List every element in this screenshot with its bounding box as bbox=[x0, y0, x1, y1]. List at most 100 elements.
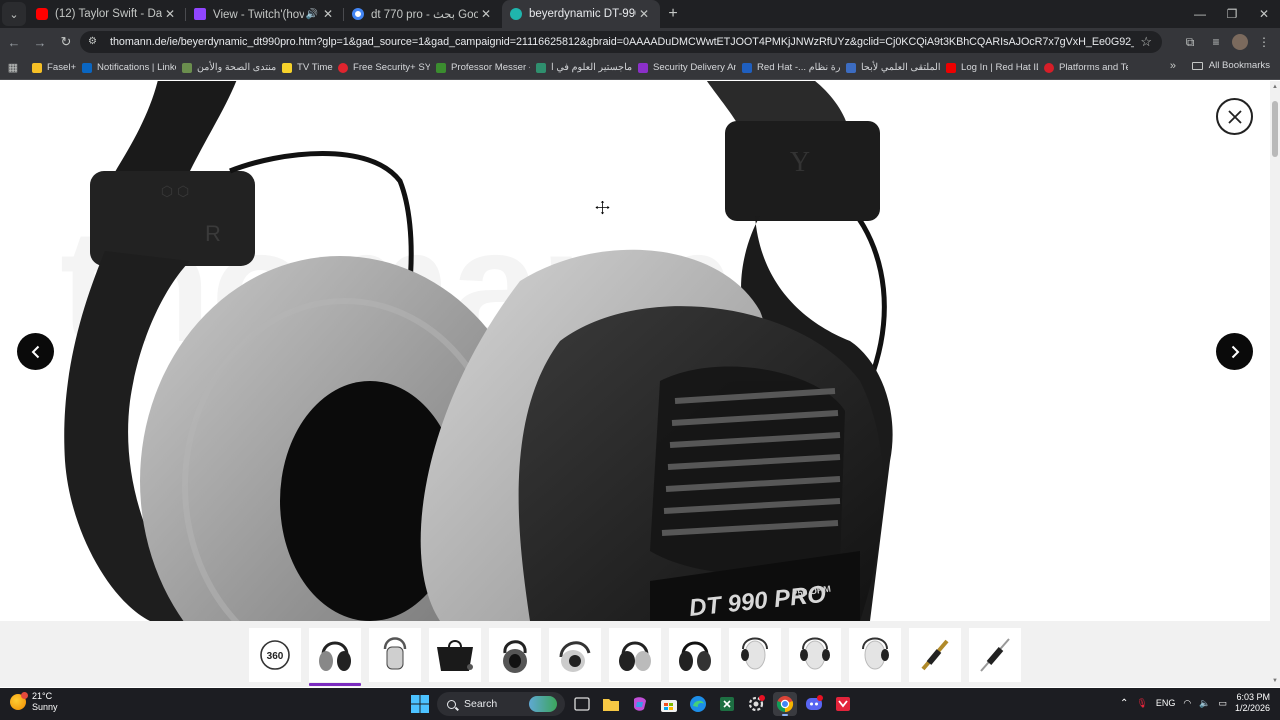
bookmark-favicon-icon bbox=[338, 62, 348, 73]
close-tab-icon[interactable]: ✕ bbox=[162, 7, 178, 21]
discord-button[interactable] bbox=[802, 692, 826, 716]
tray-expand-icon[interactable]: ⌃ bbox=[1120, 698, 1128, 709]
thumbnail-headphones-front[interactable] bbox=[309, 628, 361, 686]
thumbnail-headphones-silver[interactable] bbox=[369, 628, 421, 682]
language-indicator[interactable]: ENG bbox=[1156, 698, 1176, 708]
system-tray: ⌃ 🎙 ENG ◠ 🔈 ▭ 6:03 PM 1/2/2026 bbox=[1120, 692, 1270, 714]
close-icon bbox=[1227, 109, 1242, 124]
taskbar-search[interactable]: Search bbox=[437, 692, 565, 716]
microphone-icon[interactable]: 🎙 bbox=[1136, 698, 1147, 709]
thumbnail-head-model-front[interactable] bbox=[789, 628, 841, 682]
thumbnail-head-model-right[interactable] bbox=[849, 628, 901, 682]
next-image-button[interactable] bbox=[1216, 333, 1253, 370]
tab-twitch[interactable]: View - Twitch'(hovji) هوفجي 🔊 ✕ bbox=[186, 0, 344, 28]
task-view-button[interactable] bbox=[570, 692, 594, 716]
media-control-icon[interactable]: ≡ bbox=[1206, 32, 1226, 52]
bookmark-item[interactable]: TV Time bbox=[276, 58, 333, 78]
bookmark-item[interactable]: منتدى الصحة والأمن... bbox=[176, 58, 276, 78]
start-button[interactable] bbox=[408, 692, 432, 716]
product-image-viewer[interactable]: thomann ⬡ ⬡ R Y bbox=[0, 81, 1270, 621]
close-tab-icon[interactable]: ✕ bbox=[636, 7, 652, 21]
edge-button[interactable] bbox=[686, 692, 710, 716]
previous-image-button[interactable] bbox=[17, 333, 54, 370]
forward-button[interactable]: → bbox=[28, 30, 52, 54]
tab-search-button[interactable]: ⌄ bbox=[2, 2, 26, 26]
more-bookmarks-icon[interactable]: » bbox=[1170, 60, 1176, 72]
arrow-left-icon: ← bbox=[7, 34, 21, 50]
menu-dots-icon[interactable]: ⋮ bbox=[1254, 32, 1274, 52]
new-tab-button[interactable]: + bbox=[660, 0, 686, 28]
bookmark-label: Red Hat -... إدارة نظام bbox=[757, 62, 840, 73]
search-label: Search bbox=[464, 698, 498, 710]
thumbnail-headphones-cushion[interactable] bbox=[609, 628, 661, 682]
bookmark-item[interactable]: Free Security+ SY0-... bbox=[332, 58, 430, 78]
bookmark-item[interactable]: Security Delivery An... bbox=[632, 58, 736, 78]
bookmark-star-icon[interactable]: ☆ bbox=[1140, 34, 1152, 50]
scrollbar-thumb[interactable] bbox=[1272, 101, 1278, 157]
bookmark-item[interactable]: ماجستير العلوم في ا... bbox=[530, 58, 632, 78]
store-button[interactable] bbox=[657, 692, 681, 716]
bookmark-item[interactable]: الملتقى العلمي لأبحا... bbox=[840, 58, 940, 78]
bookmark-item[interactable]: Professor Messer -... bbox=[430, 58, 530, 78]
file-explorer-button[interactable] bbox=[599, 692, 623, 716]
reload-button[interactable]: ↻ bbox=[54, 30, 78, 54]
scroll-up-icon[interactable]: ▲ bbox=[1272, 84, 1278, 90]
bookmark-item[interactable]: Fasel+ bbox=[26, 58, 76, 78]
thumbnail-headphones-back[interactable] bbox=[669, 628, 721, 682]
tab-youtube[interactable]: (12) Taylor Swift - Daylight (Offi ✕ bbox=[28, 0, 186, 28]
bookmark-item[interactable]: Log In | Red Hat IDP bbox=[940, 58, 1038, 78]
thumbnail-cable-jack[interactable] bbox=[969, 628, 1021, 682]
volume-icon[interactable]: 🔈 bbox=[1199, 698, 1210, 709]
thumbnail-360[interactable]: 360 bbox=[249, 628, 301, 682]
thumbnail-headphones-side[interactable] bbox=[489, 628, 541, 682]
address-bar[interactable]: ⚙ thomann.de/ie/beyerdynamic_dt990pro.ht… bbox=[80, 31, 1162, 53]
scroll-down-icon[interactable]: ▼ bbox=[1272, 678, 1278, 684]
app-button[interactable] bbox=[831, 692, 855, 716]
thumbnail-headphones-angle[interactable] bbox=[549, 628, 601, 682]
tab-thomann[interactable]: beyerdynamic DT-990 Pro 250 Oh ✕ bbox=[502, 0, 660, 28]
linkedin-icon bbox=[82, 62, 92, 73]
folder-icon bbox=[1191, 61, 1203, 70]
tab-title: beyerdynamic DT-990 Pro 250 Oh bbox=[529, 8, 636, 20]
close-gallery-button[interactable] bbox=[1216, 98, 1253, 135]
close-tab-icon[interactable]: ✕ bbox=[478, 7, 494, 21]
bookmark-item[interactable]: Notifications | Linke... bbox=[76, 58, 176, 78]
grille bbox=[650, 366, 845, 575]
close-tab-icon[interactable]: ✕ bbox=[320, 7, 336, 21]
thumbnail-case-accessories[interactable] bbox=[429, 628, 481, 682]
audio-icon[interactable]: 🔊 bbox=[304, 9, 320, 20]
weather-condition: Sunny bbox=[32, 702, 58, 712]
settings-button[interactable] bbox=[744, 692, 768, 716]
copilot-button[interactable] bbox=[628, 692, 652, 716]
bookmark-item[interactable]: Platforms and Tech... bbox=[1038, 58, 1128, 78]
headphones-icon bbox=[619, 641, 651, 671]
excel-button[interactable] bbox=[715, 692, 739, 716]
wifi-icon[interactable]: ◠ bbox=[1183, 698, 1191, 709]
360-view-icon: 360 bbox=[260, 640, 290, 670]
search-icon bbox=[447, 699, 456, 709]
thumbnail-adapter-jack[interactable] bbox=[909, 628, 961, 682]
chevron-left-icon bbox=[31, 345, 39, 358]
site-info-icon[interactable]: ⚙ bbox=[88, 36, 102, 48]
address-url[interactable]: thomann.de/ie/beyerdynamic_dt990pro.htm?… bbox=[110, 36, 1134, 48]
weather-widget[interactable]: 21°C Sunny bbox=[10, 691, 58, 713]
back-button[interactable]: ← bbox=[2, 30, 26, 54]
all-bookmarks-button[interactable]: All Bookmarks bbox=[1191, 60, 1270, 71]
clock[interactable]: 6:03 PM 1/2/2026 bbox=[1235, 692, 1270, 714]
tab-google[interactable]: dt 770 pro - بحث Google ✕ bbox=[344, 0, 502, 28]
minimize-icon[interactable]: — bbox=[1184, 0, 1216, 28]
battery-icon[interactable]: ▭ bbox=[1218, 698, 1227, 709]
page-scrollbar[interactable]: ▲ ▼ bbox=[1270, 81, 1280, 687]
close-window-icon[interactable]: ✕ bbox=[1248, 0, 1280, 28]
restore-icon[interactable]: ❐ bbox=[1216, 0, 1248, 28]
headphones-icon bbox=[383, 637, 407, 670]
chrome-button[interactable] bbox=[773, 692, 797, 716]
apps-grid-icon[interactable]: ▦ bbox=[0, 61, 26, 74]
bookmark-label: TV Time bbox=[297, 62, 333, 73]
bookmark-favicon-icon bbox=[32, 62, 42, 73]
gear-icon bbox=[748, 695, 765, 712]
profile-avatar[interactable] bbox=[1232, 34, 1248, 50]
thumbnail-head-model-left[interactable] bbox=[729, 628, 781, 682]
bookmark-item[interactable]: Red Hat -... إدارة نظام bbox=[736, 58, 840, 78]
extensions-icon[interactable]: ⧉ bbox=[1180, 32, 1200, 52]
